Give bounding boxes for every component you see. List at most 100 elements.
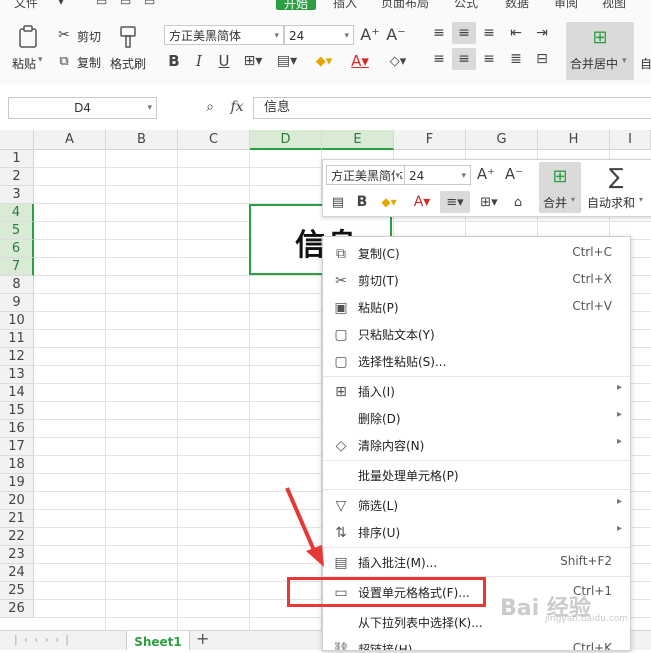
menu-item-paste[interactable]: ▣ 粘贴(P) Ctrl+V (323, 294, 630, 321)
col-header-g[interactable]: G (466, 130, 538, 150)
zoom-icon[interactable]: ⌕ (201, 98, 219, 116)
clear-format-icon[interactable]: ⌂ (509, 193, 527, 211)
autosum-icon[interactable]: ∑ (603, 165, 629, 190)
eraser-icon[interactable]: ◇▾ (386, 52, 410, 70)
underline-icon[interactable]: U (216, 52, 232, 70)
font-shrink-icon[interactable]: A⁻ (386, 24, 406, 44)
bold-icon[interactable]: B (354, 193, 370, 211)
scissors-icon[interactable]: ✂ (56, 27, 72, 43)
fx-icon[interactable]: fx (228, 98, 246, 116)
menu-item-sort[interactable]: ⇅ 排序(U) ▸ (323, 519, 630, 546)
row-header[interactable]: 19 (0, 474, 34, 492)
menu-item-copy[interactable]: ⧉ 复制(C) Ctrl+C (323, 240, 630, 267)
sheet-tab-active[interactable]: Sheet1 (126, 631, 190, 650)
add-sheet-icon[interactable]: + (196, 629, 209, 648)
format-painter-icon[interactable] (117, 24, 139, 50)
row-header[interactable]: 7 (0, 258, 34, 276)
save-icon[interactable]: ▭ (96, 0, 107, 8)
row-header[interactable]: 21 (0, 510, 34, 528)
export-icon[interactable]: ▭ (144, 0, 155, 8)
menu-item-insert[interactable]: ⊞ 插入(I) ▸ (323, 378, 630, 405)
mini-font-size-select[interactable]: 24 ▾ (404, 165, 471, 185)
row-header[interactable]: 3 (0, 186, 34, 204)
sheet-nav-icon[interactable]: |‹‹››| (14, 633, 75, 646)
col-header-b[interactable]: B (106, 130, 178, 150)
col-header-e[interactable]: E (322, 130, 394, 150)
mini-font-name-select[interactable]: 方正美黑简体 ▾ (326, 165, 405, 185)
row-header[interactable]: 18 (0, 456, 34, 474)
paste-icon[interactable] (16, 24, 40, 50)
print-icon[interactable]: ▭ (120, 0, 131, 8)
cut-button[interactable]: 剪切 (77, 28, 101, 45)
col-header-f[interactable]: F (394, 130, 466, 150)
chevron-down-icon[interactable]: ▾ (571, 195, 575, 204)
row-header[interactable]: 20 (0, 492, 34, 510)
select-all-corner[interactable] (0, 130, 34, 150)
row-header[interactable]: 8 (0, 276, 34, 294)
menu-insert[interactable]: 插入 (333, 0, 357, 11)
row-header[interactable]: 16 (0, 420, 34, 438)
align-middle-icon[interactable]: ≡ (455, 24, 473, 42)
chevron-down-icon[interactable]: ▾ (639, 195, 643, 204)
menu-review[interactable]: 审阅 (554, 0, 578, 11)
fill-color-icon[interactable]: ◆▾ (377, 193, 401, 211)
menu-item-paste-special[interactable]: ▢ 选择性粘贴(S)... (323, 348, 630, 375)
row-header[interactable]: 25 (0, 582, 34, 600)
merge-center-icon[interactable]: ⊞ (587, 26, 613, 48)
copy-button[interactable]: 复制 (77, 54, 101, 71)
merge-button[interactable]: 合并 (543, 194, 567, 211)
font-name-select[interactable]: 方正美黑简体 ▾ (164, 25, 284, 45)
format-painter-icon[interactable]: ▤ (329, 193, 347, 211)
menu-item-filter[interactable]: ▽ 筛选(L) ▸ (323, 492, 630, 519)
align-right-icon[interactable]: ≡ (480, 50, 498, 68)
menu-data[interactable]: 数据 (505, 0, 529, 11)
align-bottom-icon[interactable]: ≡ (480, 24, 498, 42)
name-box[interactable]: D4 ▾ (8, 97, 157, 119)
chevron-down-icon[interactable]: ▾ (147, 98, 152, 118)
row-header[interactable]: 5 (0, 222, 34, 240)
align-left-icon[interactable]: ≡ (430, 50, 448, 68)
menu-item-cut[interactable]: ✂ 剪切(T) Ctrl+X (323, 267, 630, 294)
font-color-icon[interactable]: A▾ (348, 52, 372, 70)
row-header[interactable]: 10 (0, 312, 34, 330)
menu-item-paste-text[interactable]: ▢ 只粘贴文本(Y) (323, 321, 630, 348)
cell-style-icon[interactable]: ▤▾ (276, 52, 298, 70)
menu-file[interactable]: 文件 (14, 0, 38, 11)
font-size-select[interactable]: 24 ▾ (284, 25, 354, 45)
chevron-down-icon[interactable]: ▾ (58, 0, 64, 8)
paste-button[interactable]: 粘贴 (12, 55, 36, 72)
menu-item-clear[interactable]: ◇ 清除内容(N) ▸ (323, 432, 630, 459)
menu-item-delete[interactable]: 删除(D) ▸ (323, 405, 630, 432)
row-header[interactable]: 12 (0, 348, 34, 366)
border-icon[interactable]: ⊞▾ (476, 193, 502, 211)
align-top-icon[interactable]: ≡ (430, 24, 448, 42)
bold-icon[interactable]: B (166, 52, 182, 70)
row-header[interactable]: 2 (0, 168, 34, 186)
col-header-a[interactable]: A (34, 130, 106, 150)
row-header[interactable]: 24 (0, 564, 34, 582)
font-shrink-icon[interactable]: A⁻ (504, 164, 524, 184)
chevron-down-icon[interactable]: ▾ (622, 56, 627, 66)
row-header[interactable]: 6 (0, 240, 34, 258)
formula-input[interactable]: 信息 (253, 97, 651, 119)
menu-item-batch[interactable]: 批量处理单元格(P) (323, 462, 630, 489)
distributed-icon[interactable]: ⊟ (533, 50, 551, 68)
fill-color-icon[interactable]: ◆▾ (312, 52, 336, 70)
row-header[interactable]: 26 (0, 600, 34, 618)
row-header[interactable]: 11 (0, 330, 34, 348)
menu-formula[interactable]: 公式 (454, 0, 478, 11)
row-header[interactable]: 4 (0, 204, 34, 222)
border-icon[interactable]: ⊞▾ (242, 52, 264, 70)
col-header-h[interactable]: H (538, 130, 610, 150)
copy-icon[interactable]: ⧉ (56, 53, 72, 69)
indent-decrease-icon[interactable]: ⇤ (507, 24, 525, 42)
row-header[interactable]: 17 (0, 438, 34, 456)
font-grow-icon[interactable]: A⁺ (360, 24, 380, 44)
col-header-c[interactable]: C (178, 130, 250, 150)
menu-page-layout[interactable]: 页面布局 (381, 0, 429, 11)
merge-center-button[interactable]: 合并居中 (570, 55, 618, 72)
col-header-i[interactable]: I (610, 130, 651, 150)
row-header[interactable]: 22 (0, 528, 34, 546)
merge-icon[interactable]: ⊞ (547, 165, 573, 187)
format-painter-button[interactable]: 格式刷 (110, 55, 146, 72)
